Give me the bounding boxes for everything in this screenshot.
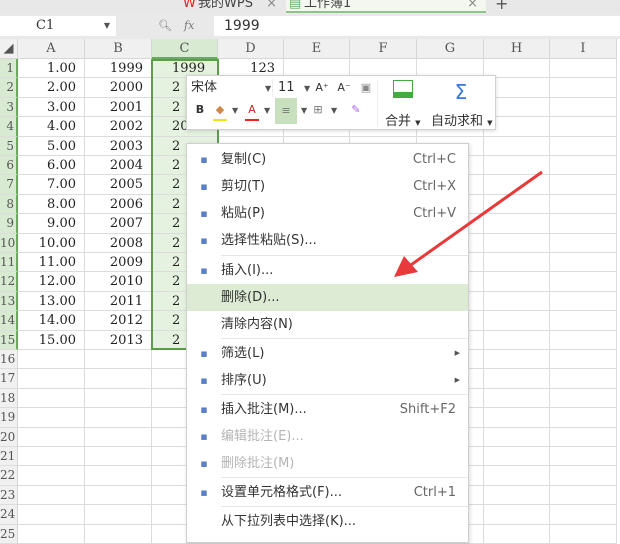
- arrow-shaft: [407, 170, 543, 269]
- annotation-arrow: [394, 170, 543, 277]
- arrow-head: [394, 256, 418, 277]
